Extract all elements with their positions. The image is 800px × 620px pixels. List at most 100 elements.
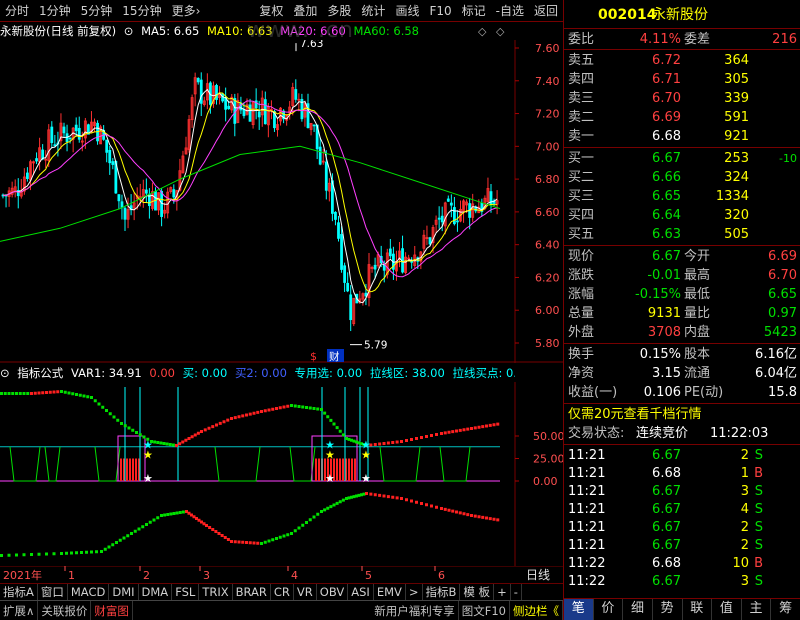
indicator-tab-7[interactable]: BRAR xyxy=(233,584,271,600)
fund-value: 0.15% xyxy=(639,347,681,362)
ind-collapse-icon[interactable]: ⊙ xyxy=(0,366,10,380)
fund-label: 股本 xyxy=(684,347,711,362)
collapse-icon[interactable]: ⊙ xyxy=(124,24,134,38)
sidebar-toggle-button[interactable]: 侧边栏《 xyxy=(510,600,563,620)
gear-icon[interactable]: ◇ xyxy=(496,25,504,38)
quote-tab-0[interactable]: 笔 xyxy=(564,599,594,620)
quote-tab-7[interactable]: 筹 xyxy=(771,599,800,620)
quote-panel: 002014 永新股份 委比 4.11% 委差 216 卖五 6.72 364 卖四 6… xyxy=(563,0,800,620)
fund-row: 收益(一) 0.106 PE(动) 15.8 xyxy=(566,383,799,402)
indicator-chart[interactable]: ★★★★★★★★★ 50.0025.000.00 xyxy=(0,382,563,566)
toolbar-more[interactable]: 更多› xyxy=(167,0,206,22)
price-tick-label: 6.40 xyxy=(535,239,560,252)
candlestick-chart[interactable]: 7.60 7.40 7.20 7.00 6.80 6.60 6.40 6.20 6.00 5.80… xyxy=(0,40,563,363)
indicator-tab-13[interactable]: > xyxy=(406,584,423,600)
buy-zone-bar xyxy=(348,458,350,481)
var1-dot xyxy=(215,423,218,427)
sell-volume: 364 xyxy=(724,53,749,68)
var1-value: VAR1: 34.91 xyxy=(70,366,142,380)
stat-label: 涨跌 xyxy=(568,268,595,283)
var1-dot xyxy=(301,405,305,409)
lower-dot xyxy=(373,493,377,497)
tick-row: 11:22 6.67 3 S xyxy=(566,573,799,591)
indicator-tab-17[interactable]: - xyxy=(511,584,522,600)
quote-tab-1[interactable]: 价 xyxy=(594,599,624,620)
var1-dot xyxy=(45,391,48,394)
indicator-tab-0[interactable]: 指标A xyxy=(0,584,38,600)
expand-button[interactable]: 扩展∧ xyxy=(0,600,39,620)
var1-dot xyxy=(293,404,297,408)
toolbar-f10[interactable]: F10 xyxy=(424,0,456,22)
toolbar-1min[interactable]: 1分钟 xyxy=(34,0,76,22)
toolbar-back[interactable]: 返回 xyxy=(529,0,563,22)
var1-dot xyxy=(473,426,477,430)
tick-side: B xyxy=(754,556,763,571)
tick-price: 6.67 xyxy=(652,538,681,553)
indicator-tab-5[interactable]: FSL xyxy=(172,584,200,600)
var1-dot xyxy=(190,435,194,439)
var1-dot xyxy=(286,404,290,408)
var1-dot xyxy=(15,392,18,395)
indicator-tab-14[interactable]: 指标B xyxy=(423,584,461,600)
toolbar-draw[interactable]: 画线 xyxy=(390,0,424,22)
stat-value: 5423 xyxy=(763,325,797,340)
sell-volume: 305 xyxy=(724,72,749,87)
candle-body xyxy=(62,126,66,134)
indicator-title[interactable]: 指标公式 xyxy=(17,366,63,380)
promo-link[interactable]: 仅需20元查看千档行情 xyxy=(568,405,702,424)
quote-tab-3[interactable]: 势 xyxy=(653,599,683,620)
lower-dot xyxy=(100,550,103,553)
new-user-promo-link[interactable]: 新用户福利专享 xyxy=(371,600,459,620)
related-quote-button[interactable]: 关联报价 xyxy=(38,600,92,620)
lower-dot xyxy=(400,497,403,500)
lower-dot xyxy=(323,508,327,512)
diamond-icon[interactable]: ◇ xyxy=(478,25,486,38)
toolbar-mark[interactable]: 标记 xyxy=(457,0,491,22)
ind-tick-label: 50.00 xyxy=(533,430,563,443)
var1-dot xyxy=(60,390,63,393)
promo-row[interactable]: 仅需20元查看千档行情 xyxy=(566,405,799,424)
var1-dot xyxy=(101,405,105,409)
indicator-tab-4[interactable]: DMA xyxy=(139,584,173,600)
toolbar-stats[interactable]: 统计 xyxy=(356,0,390,22)
tick-side: S xyxy=(754,448,763,463)
lower-dot xyxy=(226,538,230,541)
signal-pulse xyxy=(379,446,421,482)
toolbar-15min[interactable]: 15分钟 xyxy=(117,0,166,22)
var1-dot xyxy=(267,408,271,412)
quote-tab-2[interactable]: 细 xyxy=(623,599,653,620)
indicator-tab-16[interactable]: + xyxy=(494,584,511,600)
lower-dot xyxy=(451,509,455,513)
indicator-tab-12[interactable]: EMV xyxy=(374,584,406,600)
indicator-tab-2[interactable]: MACD xyxy=(68,584,110,600)
indicator-tab-11[interactable]: ASI xyxy=(348,584,374,600)
indicator-tab-3[interactable]: DMI xyxy=(109,584,139,600)
quote-tab-6[interactable]: 主 xyxy=(742,599,772,620)
indicator-tab-10[interactable]: OBV xyxy=(317,584,349,600)
var1-dot xyxy=(90,396,93,399)
indicator-tab-6[interactable]: TRIX xyxy=(199,584,233,600)
var1-dot xyxy=(297,405,301,408)
quote-tab-5[interactable]: 值 xyxy=(712,599,742,620)
lower-dot xyxy=(425,503,428,507)
f10-graphic-button[interactable]: 图文F10 xyxy=(459,600,510,620)
tick-row: 11:21 6.67 4 S xyxy=(566,501,799,519)
indicator-tab-15[interactable]: 模 板 xyxy=(460,584,495,600)
toolbar-watchlist[interactable]: -自选 xyxy=(491,0,529,22)
sell-level-label: 卖二 xyxy=(568,110,595,125)
toolbar-timeshare[interactable]: 分时 xyxy=(0,0,34,22)
indicator-tab-9[interactable]: VR xyxy=(294,584,317,600)
sell-row: 卖一 6.68 921 xyxy=(566,127,799,146)
low-price-label: 5.79 xyxy=(364,340,387,352)
var1-dot xyxy=(86,395,90,399)
wealth-chart-button[interactable]: 财富图 xyxy=(91,600,133,620)
lower-dot xyxy=(141,525,145,529)
buy-change: -10 xyxy=(779,152,797,165)
toolbar-5min[interactable]: 5分钟 xyxy=(76,0,118,22)
indicator-tab-8[interactable]: CR xyxy=(271,584,294,600)
indicator-tab-1[interactable]: 窗口 xyxy=(38,584,68,600)
quote-tab-4[interactable]: 联 xyxy=(683,599,713,620)
var1-dot xyxy=(26,392,30,395)
stat-row: 总量 9131 量比 0.97 xyxy=(566,304,799,323)
trade-state-label: 交易状态: xyxy=(568,426,625,441)
